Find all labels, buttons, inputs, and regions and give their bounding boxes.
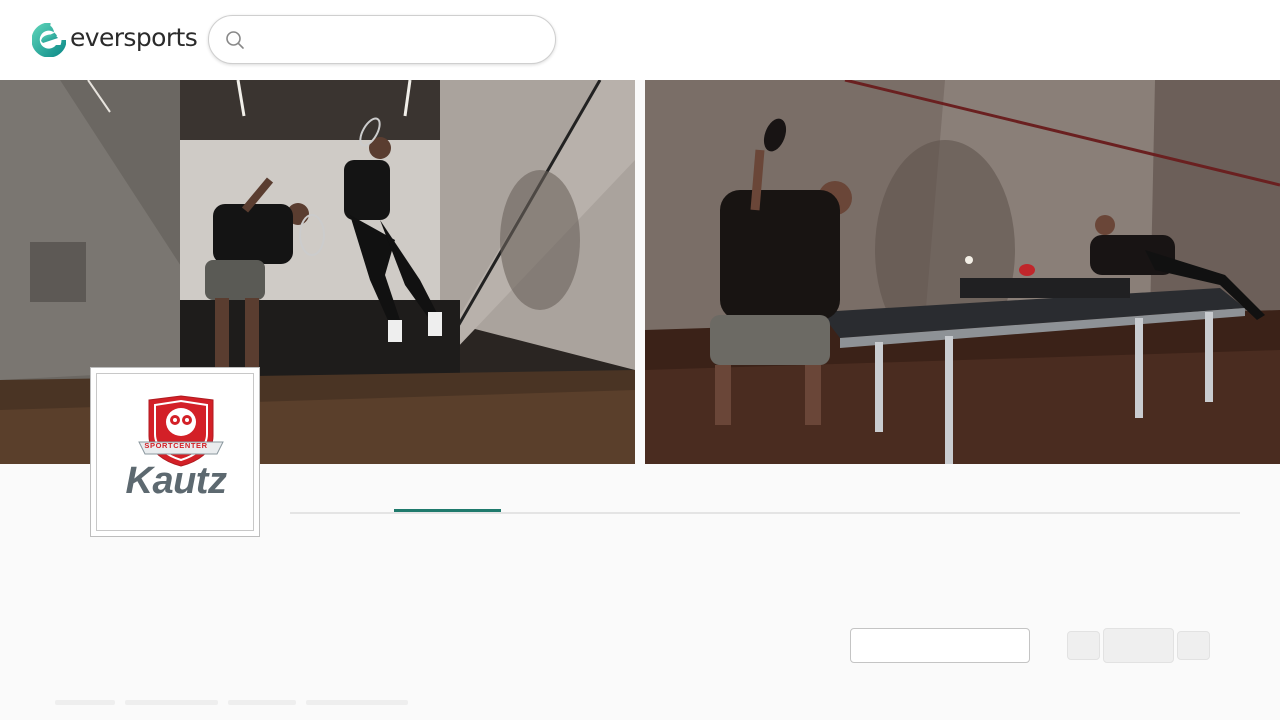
search-input[interactable] — [253, 24, 547, 56]
top-header: eversports — [0, 0, 1280, 80]
search-box[interactable] — [208, 15, 556, 64]
loading-placeholder — [228, 700, 296, 705]
tabs-divider — [290, 512, 1240, 514]
date-filter-input[interactable] — [850, 628, 1030, 663]
next-button[interactable] — [1177, 631, 1210, 660]
tab-active-indicator[interactable] — [394, 509, 501, 512]
previous-button[interactable] — [1067, 631, 1100, 660]
logo-name: Kautz — [125, 460, 227, 502]
studio-photo-table-tennis[interactable] — [645, 80, 1280, 464]
owl-shield-icon — [138, 395, 224, 467]
logo-subtitle: SPORTCENTER — [144, 441, 208, 450]
brand-name: eversports — [70, 22, 198, 52]
loading-placeholder — [55, 700, 115, 705]
loading-placeholder — [306, 700, 408, 705]
loading-placeholder — [125, 700, 218, 705]
eversports-logo-icon — [32, 23, 66, 57]
today-button[interactable] — [1103, 628, 1174, 663]
search-icon — [226, 31, 244, 49]
studio-logo: SPORTCENTER Kautz — [90, 367, 260, 537]
eversports-logo[interactable]: eversports — [32, 22, 198, 57]
